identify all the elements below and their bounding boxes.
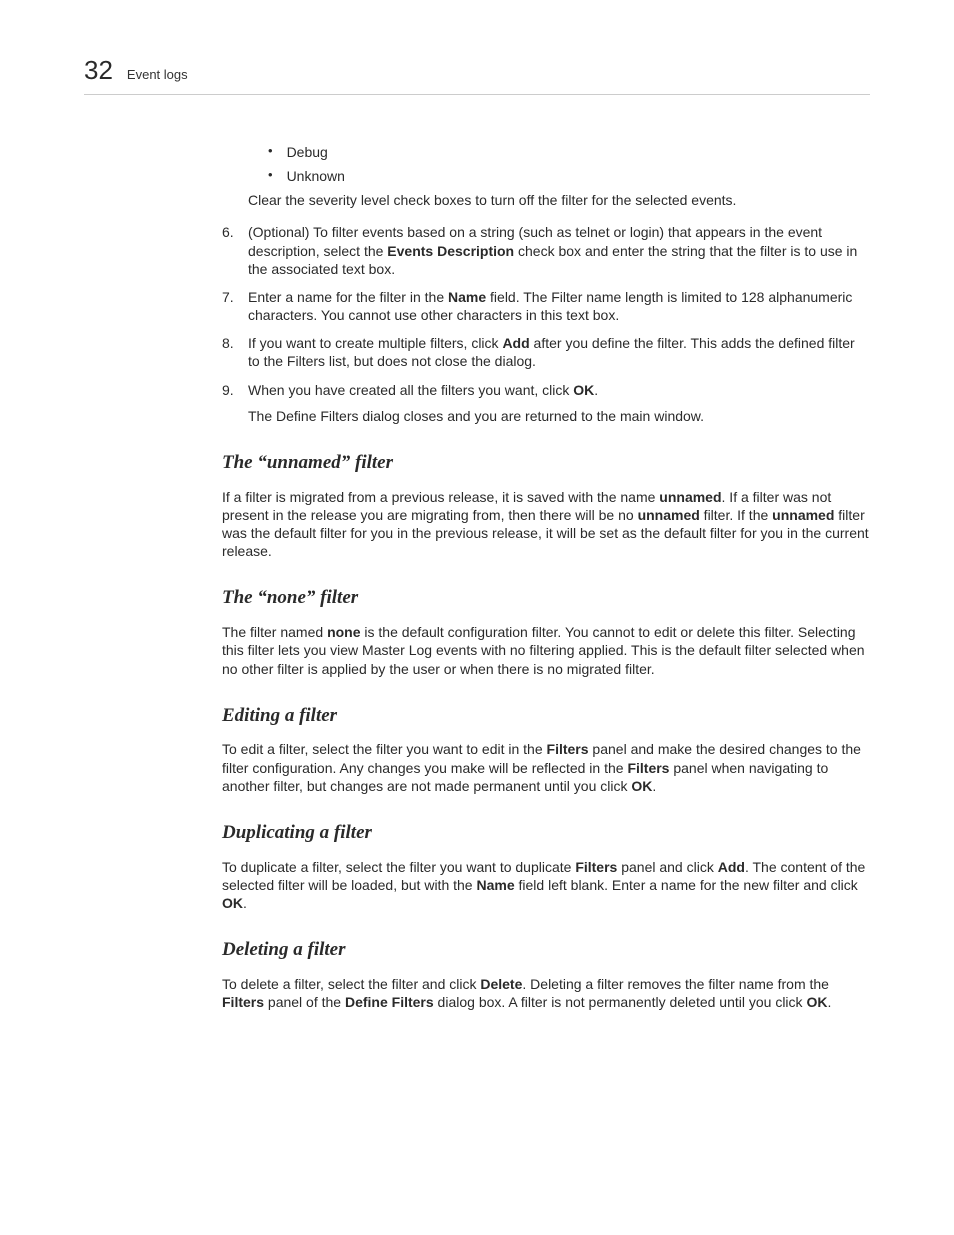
paragraph: To delete a filter, select the filter an… — [222, 975, 870, 1011]
step-body: (Optional) To filter events based on a s… — [248, 223, 870, 278]
step-8: 8. If you want to create multiple filter… — [222, 334, 870, 370]
text: filter. If the — [700, 507, 772, 523]
text: . — [652, 778, 656, 794]
text: . — [827, 994, 831, 1010]
bold-term: OK — [573, 382, 594, 398]
bold-term: unnamed — [638, 507, 700, 523]
list-item: • Unknown — [268, 167, 870, 185]
text: When you have created all the filters yo… — [248, 382, 573, 398]
heading-none-filter: The “none” filter — [222, 586, 870, 611]
bold-term: none — [327, 624, 360, 640]
step-body: When you have created all the filters yo… — [248, 381, 870, 425]
text: . Deleting a filter removes the filter n… — [522, 976, 829, 992]
bullet-icon: • — [268, 143, 273, 161]
heading-editing-filter: Editing a filter — [222, 704, 870, 729]
step-number: 6. — [222, 223, 239, 278]
paragraph: If a filter is migrated from a previous … — [222, 488, 870, 561]
step-6: 6. (Optional) To filter events based on … — [222, 223, 870, 278]
heading-deleting-filter: Deleting a filter — [222, 938, 870, 963]
step-number: 7. — [222, 288, 239, 324]
bullet-list: • Debug • Unknown — [268, 143, 870, 185]
bold-term: Filters — [575, 859, 617, 875]
text: To delete a filter, select the filter an… — [222, 976, 480, 992]
list-item: • Debug — [268, 143, 870, 161]
follow-paragraph: The Define Filters dialog closes and you… — [248, 407, 870, 425]
heading-unnamed-filter: The “unnamed” filter — [222, 451, 870, 476]
bold-term: OK — [222, 895, 243, 911]
bold-term: Filters — [222, 994, 264, 1010]
paragraph: Clear the severity level check boxes to … — [248, 191, 870, 209]
bold-term: Add — [502, 335, 529, 351]
bold-term: Events Description — [387, 243, 514, 259]
step-9: 9. When you have created all the filters… — [222, 381, 870, 425]
page-content: • Debug • Unknown Clear the severity lev… — [222, 143, 870, 1012]
bullet-icon: • — [268, 167, 273, 185]
text: . — [243, 895, 247, 911]
bold-term: OK — [806, 994, 827, 1010]
header-inner: 32 Event logs — [84, 54, 870, 88]
text: The filter named — [222, 624, 327, 640]
bold-term: OK — [631, 778, 652, 794]
text: If you want to create multiple filters, … — [248, 335, 502, 351]
bold-term: Filters — [627, 760, 669, 776]
bullet-text: Unknown — [287, 167, 345, 185]
bullet-text: Debug — [287, 143, 328, 161]
bold-term: Add — [718, 859, 745, 875]
bold-term: unnamed — [772, 507, 834, 523]
bold-term: Delete — [480, 976, 522, 992]
page-header: 32 Event logs — [84, 54, 870, 95]
step-number: 8. — [222, 334, 239, 370]
paragraph: To edit a filter, select the filter you … — [222, 740, 870, 795]
text: . — [594, 382, 598, 398]
bold-term: unnamed — [659, 489, 721, 505]
text: Enter a name for the filter in the — [248, 289, 448, 305]
bold-term: Filters — [547, 741, 589, 757]
page-number: 32 — [84, 54, 113, 88]
document-page: 32 Event logs • Debug • Unknown Clear th… — [0, 0, 954, 1235]
heading-duplicating-filter: Duplicating a filter — [222, 821, 870, 846]
text: panel and click — [617, 859, 717, 875]
text: To edit a filter, select the filter you … — [222, 741, 547, 757]
text: dialog box. A filter is not permanently … — [434, 994, 807, 1010]
text: To duplicate a filter, select the filter… — [222, 859, 575, 875]
paragraph: To duplicate a filter, select the filter… — [222, 858, 870, 913]
section-name: Event logs — [127, 67, 188, 84]
step-body: Enter a name for the filter in the Name … — [248, 288, 870, 324]
text: field left blank. Enter a name for the n… — [515, 877, 858, 893]
bold-term: Define Filters — [345, 994, 434, 1010]
step-number: 9. — [222, 381, 239, 425]
step-7: 7. Enter a name for the filter in the Na… — [222, 288, 870, 324]
step-body: If you want to create multiple filters, … — [248, 334, 870, 370]
paragraph: The filter named none is the default con… — [222, 623, 870, 678]
text: panel of the — [264, 994, 345, 1010]
bold-term: Name — [448, 289, 486, 305]
text: If a filter is migrated from a previous … — [222, 489, 659, 505]
bold-term: Name — [476, 877, 514, 893]
